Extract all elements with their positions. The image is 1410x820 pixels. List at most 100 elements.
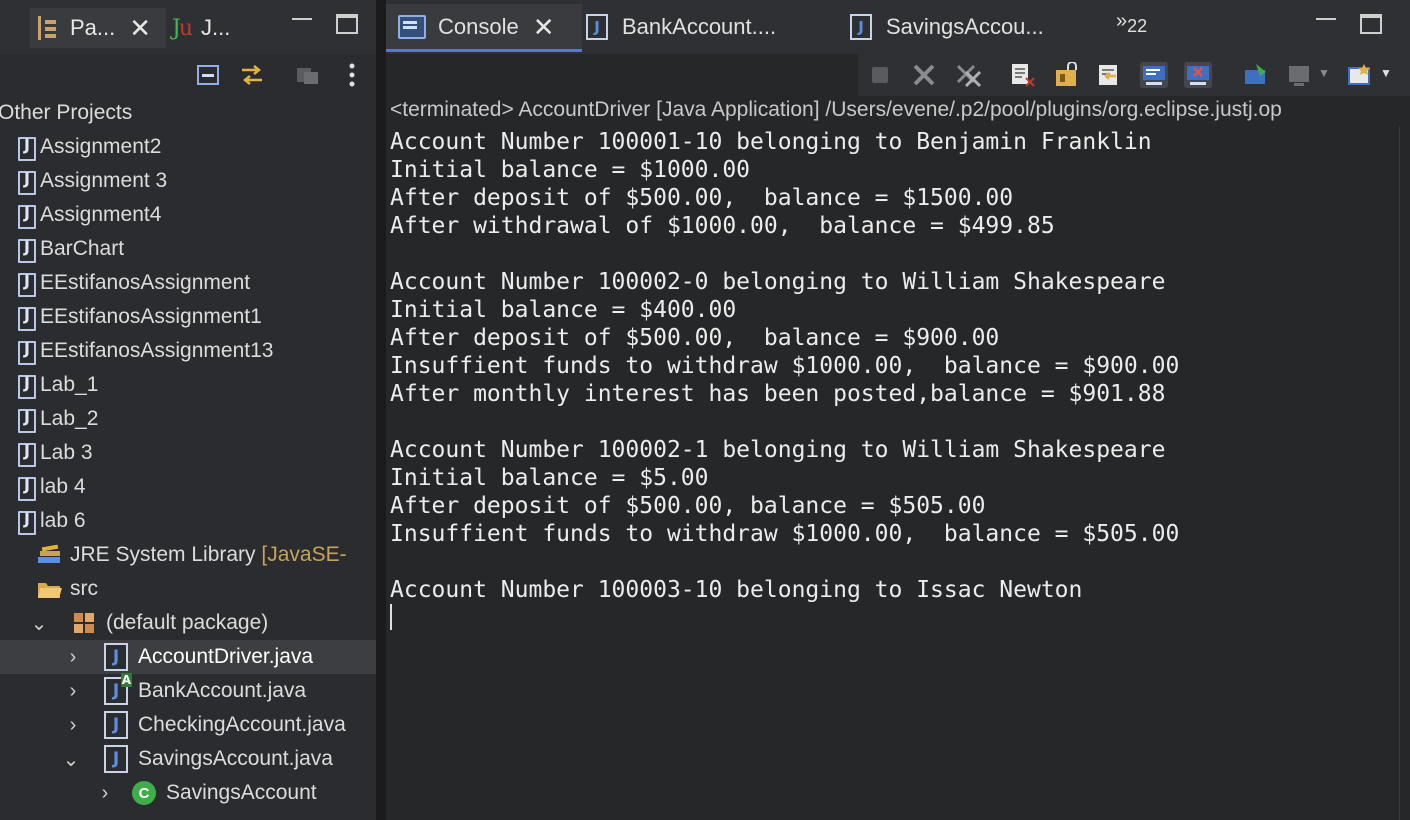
close-icon[interactable]: ✕ [129,15,151,41]
console-line: After withdrawal of $1000.00, balance = … [390,213,1055,239]
overflow-chevron-icon: » [1116,10,1128,32]
tab-junit[interactable]: Ju J... [172,8,230,48]
tree-label: Assignment4 [40,203,162,226]
tree-project[interactable]: J Lab 3 [0,436,394,470]
link-with-editor-icon[interactable] [238,62,266,88]
console-border [1399,126,1400,820]
tree-project[interactable]: J Lab_1 [0,368,394,402]
tab-savingsaccount[interactable]: J SavingsAccou... [850,4,1044,50]
display-selected-console-icon[interactable] [1286,62,1314,88]
tree-project[interactable]: J EEstifanosAssignment [0,266,394,300]
left-toolbar [0,54,376,96]
tree-label: EEstifanosAssignment1 [40,305,262,328]
tree-file-bankaccount[interactable]: › JA BankAccount.java [0,673,434,708]
tree-project[interactable]: Jlab 4 [0,470,394,504]
tree-label: lab 4 [40,475,86,498]
package-icon [74,613,94,633]
console-output[interactable]: Account Number 100001-10 belonging to Be… [390,128,1400,604]
collapse-all-icon[interactable] [194,62,222,88]
tree-file-accountdriver[interactable]: › J AccountDriver.java [0,640,434,674]
console-panel: Console ✕ J BankAccount.... J SavingsAcc… [386,0,1410,820]
tab-package-explorer[interactable]: Pa... ✕ [30,8,166,48]
panel-splitter[interactable] [376,0,386,820]
junit-icon: Ju [172,15,193,41]
tree-project[interactable]: J EEstifanosAssignment1 [0,300,394,334]
console-toolbar: ▼ ▼ [386,54,1410,96]
console-line: Insuffient funds to withdraw $1000.00, b… [390,521,1180,547]
java-project-icon: J [18,475,36,501]
chevron-right-icon[interactable]: › [90,782,120,805]
tree-project[interactable]: J Assignment2 [0,130,394,164]
maximize-icon[interactable] [336,14,358,34]
chevron-right-icon[interactable]: › [58,680,88,703]
console-icon [398,14,426,39]
tab-console[interactable]: Console ✕ [386,4,582,52]
pin-console-icon[interactable] [1242,62,1270,88]
tree-folder-src[interactable]: src [0,572,412,606]
maximize-icon[interactable] [1360,14,1382,34]
overflow-count: 22 [1127,16,1148,36]
tab-label: J... [201,15,231,40]
tree-label: Assignment2 [40,135,162,158]
source-folder-icon [38,583,62,598]
filter-icon[interactable] [294,62,322,88]
terminate-icon[interactable] [866,62,894,88]
word-wrap-icon[interactable] [1096,62,1124,88]
chevron-right-icon[interactable]: › [58,714,88,737]
tree-file-savingsaccount[interactable]: ⌄ J SavingsAccount.java [0,742,432,776]
tree-project[interactable]: Jlab 6 [0,504,394,538]
java-project-icon: J [18,203,36,229]
tree-project[interactable]: J EEstifanosAssignment13 [0,334,394,368]
chevron-down-icon[interactable]: ▼ [1318,66,1330,80]
tree-package[interactable]: ⌄ (default package) [0,606,400,640]
package-explorer-icon [36,16,58,40]
view-menu-icon[interactable] [340,62,368,88]
java-project-icon: J [18,135,36,161]
tab-overflow-button[interactable]: »22 [1116,10,1147,37]
console-line: Insuffient funds to withdraw $1000.00, b… [390,353,1180,379]
java-file-icon: J [104,745,128,773]
minimize-icon[interactable] [1316,18,1336,20]
java-project-icon: J [18,305,36,331]
tree-label: src [70,577,98,600]
tree-project[interactable]: J BarChart [0,232,394,266]
console-line: Account Number 100002-1 belonging to Wil… [390,437,1166,463]
java-file-icon: J [850,14,872,40]
tree-library[interactable]: JRE System Library [JavaSE- [0,538,412,572]
left-tab-bar: Pa... ✕ Ju J... [0,0,376,54]
java-file-icon: J [586,14,608,40]
console-line: After deposit of $500.00, balance = $900… [390,325,1000,351]
tree-file-checkingaccount[interactable]: › J CheckingAccount.java [0,708,434,742]
tree-project[interactable]: J Lab_2 [0,402,394,436]
clear-console-icon[interactable] [1008,62,1036,88]
chevron-down-icon[interactable]: ⌄ [24,611,54,636]
minimize-icon[interactable] [292,18,312,20]
show-console-on-stderr-icon[interactable] [1184,62,1212,88]
tree-project[interactable]: J Assignment4 [0,198,394,232]
console-line: After monthly interest has been posted,b… [390,381,1166,407]
chevron-down-icon[interactable]: ▼ [1380,66,1392,80]
close-icon[interactable]: ✕ [533,14,555,40]
chevron-down-icon[interactable]: ⌄ [56,747,86,772]
open-console-icon[interactable] [1346,62,1374,88]
tree-label: BankAccount.java [138,679,307,702]
tree-label: Lab 3 [40,441,93,464]
console-line: Initial balance = $1000.00 [390,157,751,183]
tab-label: Console [438,13,519,39]
chevron-right-icon[interactable]: › [58,646,88,669]
tree-label: EEstifanosAssignment [40,271,251,294]
show-console-on-stdout-icon[interactable] [1140,62,1168,88]
tree-project[interactable]: J Assignment 3 [0,164,394,198]
tree-label: BarChart [40,237,125,260]
scroll-lock-icon[interactable] [1052,62,1080,88]
remove-all-terminated-icon[interactable] [954,62,982,88]
console-line: Account Number 100002-0 belonging to Wil… [390,269,1166,295]
tab-bankaccount[interactable]: J BankAccount.... [586,4,776,50]
tree-label: EEstifanosAssignment13 [40,339,274,362]
console-line: Initial balance = $400.00 [390,297,737,323]
remove-launch-icon[interactable] [910,62,938,88]
tree-category-other-projects[interactable]: Other Projects [0,96,376,130]
java-file-icon: J [104,643,128,671]
